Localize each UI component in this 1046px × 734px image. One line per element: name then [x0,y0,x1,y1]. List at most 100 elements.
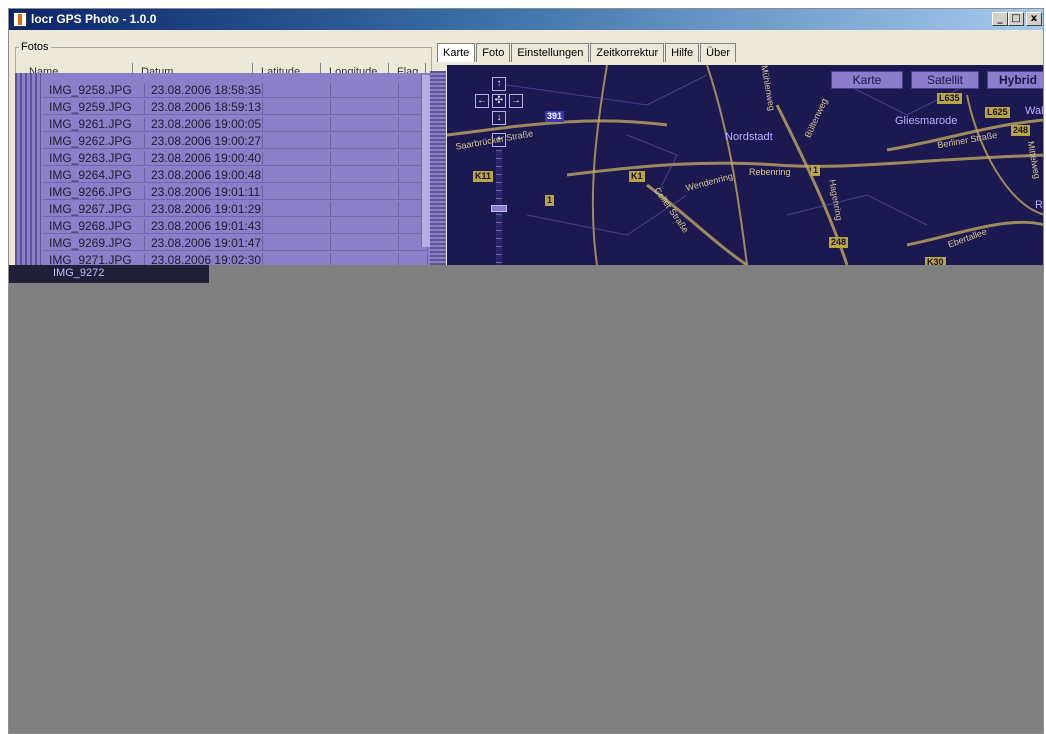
road-shield: 248 [829,237,849,248]
tab-karte[interactable]: Karte [437,43,476,62]
photo-longitude [331,134,399,148]
photo-latitude [263,117,331,131]
photo-date: 23.08.2006 19:01:47 [145,236,263,250]
pan-right-icon[interactable]: → [509,94,523,108]
pan-down-icon[interactable]: ↓ [492,111,506,125]
table-row[interactable]: IMG_9269.JPG 23.08.2006 19:01:47 [43,236,428,251]
pan-left-icon[interactable]: ← [475,94,489,108]
photo-date: 23.08.2006 19:00:48 [145,168,263,182]
photo-longitude [331,236,399,250]
road-shield: L625 [985,107,1010,118]
map-type-hybrid-button[interactable]: Hybrid [987,71,1043,89]
photo-longitude [331,83,399,97]
photo-longitude [331,117,399,131]
table-row[interactable]: IMG_9258.JPG 23.08.2006 18:58:35 [43,83,428,98]
table-row[interactable]: IMG_9267.JPG 23.08.2006 19:01:29 [43,202,428,217]
photo-date: 23.08.2006 19:00:40 [145,151,263,165]
photo-latitude [263,185,331,199]
photo-name: IMG_9258.JPG [43,83,145,97]
photo-date: 23.08.2006 19:01:11 [145,185,263,199]
photo-latitude [263,219,331,233]
tab-zeitkorrektur[interactable]: Zeitkorrektur [590,43,665,62]
photo-name: IMG_9261.JPG [43,117,145,131]
map-type-satellit-button[interactable]: Satellit [911,71,979,89]
tab-hilfe[interactable]: Hilfe [665,43,700,62]
photo-name: IMG_9269.JPG [43,236,145,250]
photo-date: 23.08.2006 19:00:27 [145,134,263,148]
road-shield: K1 [629,171,645,182]
photo-date: 23.08.2006 19:01:43 [145,219,263,233]
road-shield: 391 [545,111,565,122]
photo-name: IMG_9259.JPG [43,100,145,114]
photo-date: 23.08.2006 19:00:05 [145,117,263,131]
photo-latitude [263,253,331,265]
road-shield: 248 [1011,125,1031,136]
photo-name: IMG_9262.JPG [43,134,145,148]
place-label-gliesmarode: Gliesmarode [895,115,958,127]
app-window: locr GPS Photo - 1.0.0 _ □ x Fotos Name … [8,8,1044,734]
tab-einstellungen[interactable]: Einstellungen [511,43,590,62]
photo-name: IMG_9268.JPG [43,219,145,233]
photo-longitude [331,168,399,182]
table-row[interactable]: IMG_9264.JPG 23.08.2006 19:00:48 [43,168,428,183]
table-row[interactable]: IMG_9268.JPG 23.08.2006 19:01:43 [43,219,428,234]
photo-latitude [263,236,331,250]
photo-date: 23.08.2006 18:59:13 [145,100,263,114]
zoom-slider-thumb[interactable] [491,205,507,212]
place-label-wabe: Wabe [1025,105,1043,117]
photo-name: IMG_9266.JPG [43,185,145,199]
close-button[interactable]: x [1026,12,1042,26]
photo-latitude [263,151,331,165]
photo-latitude [263,168,331,182]
table-row[interactable]: IMG_9266.JPG 23.08.2006 19:01:11 [43,185,428,200]
photo-date: 23.08.2006 18:58:35 [145,83,263,97]
photo-latitude [263,134,331,148]
photo-name: IMG_9271.JPG [43,253,145,265]
road-shield: L635 [937,93,962,104]
photo-name: IMG_9263.JPG [43,151,145,165]
photo-date: 23.08.2006 19:02:30 [145,253,263,265]
maximize-button[interactable]: □ [1008,12,1024,26]
photo-date: 23.08.2006 19:01:29 [145,202,263,216]
photo-longitude [331,253,399,265]
photo-longitude [331,202,399,216]
photo-name: IMG_9272 [53,267,105,279]
tab-foto[interactable]: Foto [476,43,511,62]
road-shield: K11 [473,171,494,182]
table-row[interactable]: IMG_9259.JPG 23.08.2006 18:59:13 [43,100,428,115]
place-label-nordstadt: Nordstadt [725,131,773,143]
pan-up-icon[interactable]: ↑ [492,77,506,91]
window-title: locr GPS Photo - 1.0.0 [31,12,157,26]
table-row[interactable]: IMG_9262.JPG 23.08.2006 19:00:27 [43,134,428,149]
app-icon [13,12,27,27]
photo-flag [399,253,428,265]
photo-latitude [263,83,331,97]
tab-ueber[interactable]: Über [700,43,736,62]
road-shield: K30 [925,257,946,265]
tab-strip: Karte Foto Einstellungen Zeitkorrektur H… [437,43,737,62]
pan-center-icon[interactable]: ✣ [492,94,506,108]
road-shield: 1 [545,195,555,206]
photo-longitude [331,219,399,233]
photo-longitude [331,151,399,165]
rendering-artifact-strip: IMG_9272 [9,265,209,283]
photo-longitude [331,185,399,199]
table-row[interactable]: IMG_9261.JPG 23.08.2006 19:00:05 [43,117,428,132]
title-bar[interactable]: locr GPS Photo - 1.0.0 _ □ x [9,9,1043,30]
map-type-karte-button[interactable]: Karte [831,71,903,89]
photo-name: IMG_9267.JPG [43,202,145,216]
map-view[interactable]: Karte Satellit Hybrid ↑ ← ✣ → ↓ + Nordst… [447,65,1043,265]
photo-name: IMG_9264.JPG [43,168,145,182]
road-label-rebenring: Rebenring [749,167,791,177]
photo-latitude [263,202,331,216]
table-row[interactable]: IMG_9271.JPG 23.08.2006 19:02:30 [43,253,428,265]
fotos-group-label: Fotos [19,41,51,53]
table-row[interactable]: IMG_9263.JPG 23.08.2006 19:00:40 [43,151,428,166]
splitter-handle[interactable] [430,71,446,265]
road-shield: 1 [811,165,821,176]
unrendered-area [9,265,1043,733]
minimize-button[interactable]: _ [992,12,1008,26]
photo-longitude [331,100,399,114]
photo-list[interactable]: IMG_9258.JPG 23.08.2006 18:58:35 IMG_9259… [15,73,439,265]
photo-latitude [263,100,331,114]
